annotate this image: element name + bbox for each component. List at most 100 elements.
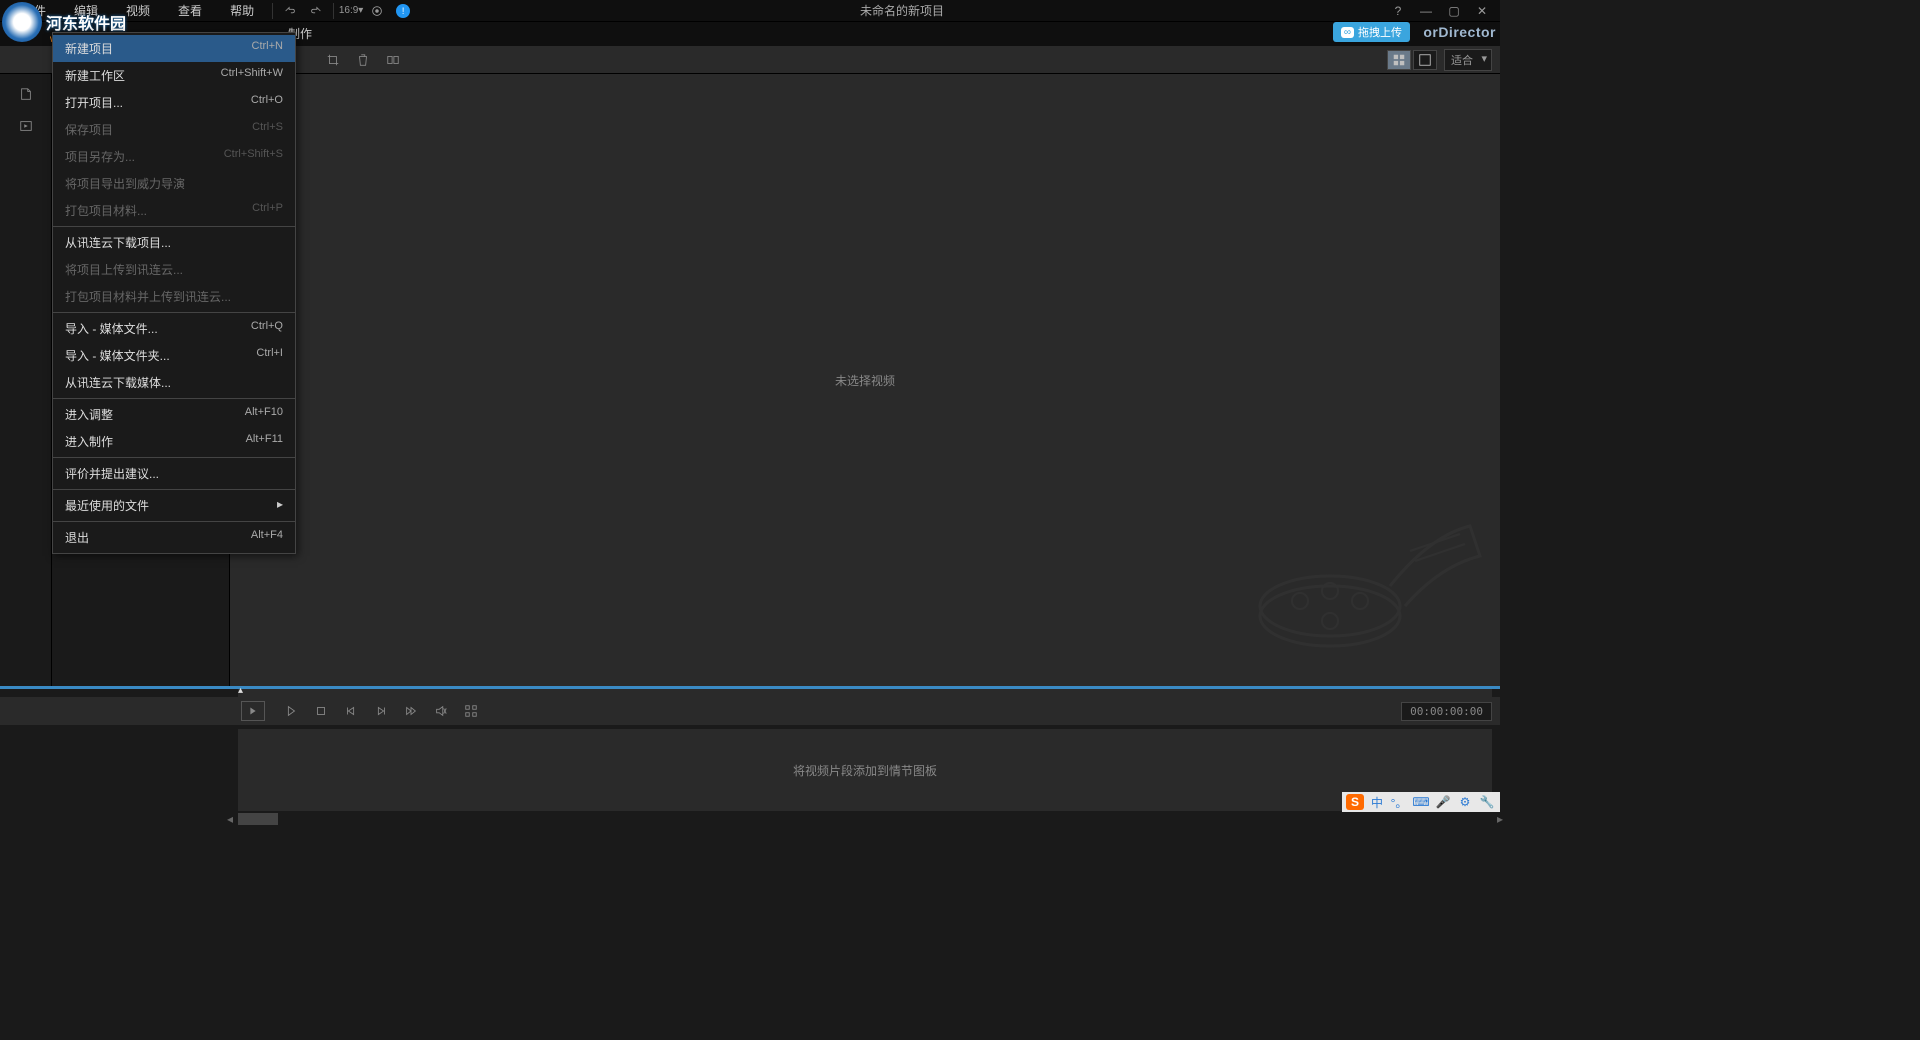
ime-punct-icon[interactable]: °。 xyxy=(1390,794,1408,810)
menu-item-shortcut: Ctrl+Shift+S xyxy=(224,148,283,165)
menu-item-label: 从讯连云下载媒体... xyxy=(65,374,171,391)
menu-item-shortcut: Ctrl+P xyxy=(252,202,283,219)
cloud-icon: ∞ xyxy=(1341,27,1354,38)
menu-item-shortcut: Ctrl+N xyxy=(252,40,283,57)
prev-frame-icon[interactable] xyxy=(339,701,363,721)
menu-item-label: 项目另存为... xyxy=(65,148,135,165)
menu-item-label: 进入制作 xyxy=(65,433,113,450)
menu-item-shortcut: Alt+F10 xyxy=(245,406,283,423)
menu-item-label: 打包项目材料并上传到讯连云... xyxy=(65,288,231,305)
upload-badge[interactable]: ∞ 拖拽上传 xyxy=(1333,22,1410,42)
menu-item-shortcut: Ctrl+Q xyxy=(251,320,283,337)
help-icon[interactable]: ? xyxy=(1388,1,1408,21)
delete-icon[interactable] xyxy=(350,49,376,71)
menu-item-3: 保存项目Ctrl+S xyxy=(53,116,295,143)
crop-icon[interactable] xyxy=(320,49,346,71)
menu-item-label: 打开项目... xyxy=(65,94,123,111)
menu-item-17[interactable]: 进入制作 Alt+F11 xyxy=(53,428,295,455)
menu-item-label: 退出 xyxy=(65,529,89,546)
media-icon[interactable] xyxy=(14,114,38,138)
menubar: 文件 编辑 视频 查看 帮助 16:9▾ ! 未命名的新项目 ? — ▢ ✕ xyxy=(0,0,1500,22)
menu-item-label: 导入 - 媒体文件夹... xyxy=(65,347,170,364)
view-single-icon[interactable] xyxy=(1413,50,1437,70)
redo-icon[interactable] xyxy=(305,0,327,22)
menu-help[interactable]: 帮助 xyxy=(216,0,268,22)
watermark-text: 河东软件园 xyxy=(46,10,126,34)
project-title: 未命名的新项目 xyxy=(416,2,1388,19)
menu-item-1[interactable]: 新建工作区 Ctrl+Shift+W xyxy=(53,62,295,89)
timecode: 00:00:00:00 xyxy=(1401,702,1492,721)
menu-item-16[interactable]: 进入调整 Alt+F10 xyxy=(53,401,295,428)
undo-icon[interactable] xyxy=(279,0,301,22)
system-tray: S 中 °。 ⌨ 🎤 ⚙ 🔧 xyxy=(1342,792,1500,812)
menu-item-19[interactable]: 评价并提出建议... xyxy=(53,460,295,487)
ime-tool-icon[interactable]: 🔧 xyxy=(1478,794,1496,810)
menu-item-8[interactable]: 从讯连云下载项目... xyxy=(53,229,295,256)
timeline: ▴ 00:00:00:00 将视频片段添加到情节图板 ◂ ▸ xyxy=(0,686,1500,825)
menu-item-shortcut: Alt+F4 xyxy=(251,529,283,546)
menu-item-12[interactable]: 导入 - 媒体文件... Ctrl+Q xyxy=(53,315,295,342)
menu-item-6: 打包项目材料...Ctrl+P xyxy=(53,197,295,224)
maximize-icon[interactable]: ▢ xyxy=(1444,1,1464,21)
ime-lang-icon[interactable]: 中 xyxy=(1368,794,1386,810)
scroll-left-icon[interactable]: ◂ xyxy=(224,813,236,825)
film-reel-icon xyxy=(1230,506,1490,676)
scroll-thumb[interactable] xyxy=(238,813,278,825)
menu-item-label: 将项目导出到威力导演 xyxy=(65,175,185,192)
splitscreen-icon[interactable] xyxy=(380,49,406,71)
menu-item-0[interactable]: 新建项目 Ctrl+N xyxy=(53,35,295,62)
menu-item-label: 导入 - 媒体文件... xyxy=(65,320,158,337)
menu-item-2[interactable]: 打开项目... Ctrl+O xyxy=(53,89,295,116)
settings-icon[interactable] xyxy=(366,0,388,22)
storyboard[interactable]: 将视频片段添加到情节图板 xyxy=(238,729,1492,811)
menu-item-label: 进入调整 xyxy=(65,406,113,423)
stop-icon[interactable] xyxy=(309,701,333,721)
menu-item-9: 将项目上传到讯连云... xyxy=(53,256,295,283)
new-file-icon[interactable] xyxy=(14,82,38,106)
horizontal-scrollbar[interactable]: ◂ ▸ xyxy=(238,813,1492,825)
menu-item-label: 新建项目 xyxy=(65,40,113,57)
menu-item-13[interactable]: 导入 - 媒体文件夹... Ctrl+I xyxy=(53,342,295,369)
menu-item-label: 从讯连云下载项目... xyxy=(65,234,171,251)
menu-item-label: 评价并提出建议... xyxy=(65,465,159,482)
menu-item-label: 将项目上传到讯连云... xyxy=(65,261,183,278)
view-grid-icon[interactable] xyxy=(1387,50,1411,70)
menu-item-shortcut: Ctrl+O xyxy=(251,94,283,111)
playhead-marker[interactable]: ▴ xyxy=(238,685,243,696)
scroll-right-icon[interactable]: ▸ xyxy=(1494,813,1506,825)
sidebar xyxy=(0,74,52,686)
ime-settings-icon[interactable]: ⚙ xyxy=(1456,794,1474,810)
brand-label: orDirector xyxy=(1423,24,1496,40)
ime-keyboard-icon[interactable]: ⌨ xyxy=(1412,794,1430,810)
play-icon[interactable] xyxy=(279,701,303,721)
fast-forward-icon[interactable] xyxy=(399,701,423,721)
preview-area: 未选择视频 xyxy=(230,74,1500,686)
file-menu-dropdown: 新建项目 Ctrl+N 新建工作区 Ctrl+Shift+W 打开项目... Ctrl+O… xyxy=(52,32,296,554)
menu-item-4: 项目另存为... Ctrl+Shift+S xyxy=(53,143,295,170)
menu-item-shortcut: Ctrl+Shift+W xyxy=(221,67,283,84)
menu-item-14[interactable]: 从讯连云下载媒体... xyxy=(53,369,295,396)
grid-icon[interactable] xyxy=(459,701,483,721)
next-frame-icon[interactable] xyxy=(369,701,393,721)
menu-item-5: 将项目导出到威力导演 xyxy=(53,170,295,197)
preview-empty-text: 未选择视频 xyxy=(835,372,895,389)
sogou-ime-icon[interactable]: S xyxy=(1346,794,1364,810)
menu-item-shortcut: Ctrl+I xyxy=(256,347,283,364)
menu-item-label: 新建工作区 xyxy=(65,67,125,84)
submenu-arrow-icon: ▸ xyxy=(277,497,283,514)
mute-icon[interactable] xyxy=(429,701,453,721)
play-range-icon[interactable] xyxy=(241,701,265,721)
menu-item-label: 最近使用的文件 xyxy=(65,497,149,514)
close-icon[interactable]: ✕ xyxy=(1472,1,1492,21)
menu-item-21[interactable]: 最近使用的文件 ▸ xyxy=(53,492,295,519)
menu-item-shortcut: Alt+F11 xyxy=(246,433,283,450)
minimize-icon[interactable]: — xyxy=(1416,1,1436,21)
menu-view[interactable]: 查看 xyxy=(164,0,216,22)
timeline-ruler[interactable]: ▴ xyxy=(238,689,1492,697)
aspect-icon[interactable]: 16:9▾ xyxy=(340,0,362,22)
notification-icon[interactable]: ! xyxy=(392,0,414,22)
menu-item-label: 保存项目 xyxy=(65,121,113,138)
zoom-select[interactable]: 适合 ▾ xyxy=(1444,49,1492,71)
ime-voice-icon[interactable]: 🎤 xyxy=(1434,794,1452,810)
menu-item-23[interactable]: 退出 Alt+F4 xyxy=(53,524,295,551)
